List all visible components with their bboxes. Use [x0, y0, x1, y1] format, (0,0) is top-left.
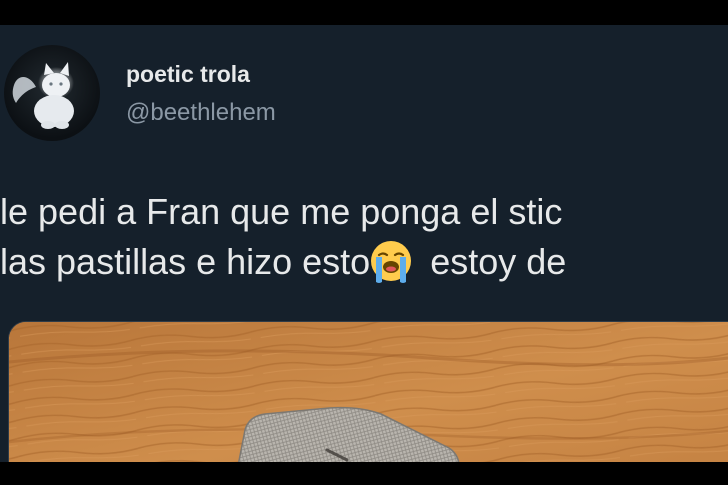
tweet-text-line-2-end: estoy de — [420, 241, 567, 282]
loudly-crying-face-emoji-icon — [371, 241, 412, 283]
tweet-text: le pedi a Fran que me ponga el stic las … — [0, 187, 728, 287]
user-handle[interactable]: @beethlehem — [126, 99, 276, 127]
tweet-text-line-2-start: las pastillas e hizo esto — [0, 241, 371, 282]
tweet-text-line-1: le pedi a Fran que me ponga el stic — [0, 191, 563, 232]
avatar[interactable] — [4, 45, 100, 141]
white-cat-icon — [12, 62, 74, 129]
screenshot-frame: poetic trola @beethlehem le pedi a Fran … — [0, 0, 728, 485]
tweet-text-line-2: las pastillas e hizo esto estoy de — [0, 237, 728, 287]
display-name[interactable]: poetic trola — [126, 61, 250, 88]
tweet-media-image[interactable] — [8, 321, 728, 462]
tweet-card: poetic trola @beethlehem le pedi a Fran … — [0, 25, 728, 462]
wooden-table-photo — [9, 322, 728, 462]
